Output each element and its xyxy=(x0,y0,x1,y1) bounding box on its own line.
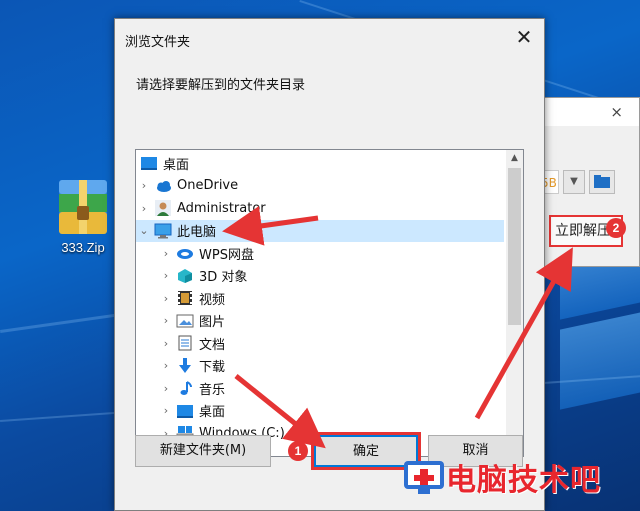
arrow-to-extract xyxy=(474,247,573,420)
annotation-arrows xyxy=(222,206,573,449)
watermark-logo-icon xyxy=(404,461,444,494)
watermark-text: 电脑技术吧 xyxy=(446,463,601,498)
arrow-to-this-pc xyxy=(222,206,319,246)
arrow-to-ok xyxy=(234,374,326,449)
watermark: 电脑技术吧 xyxy=(402,455,601,499)
